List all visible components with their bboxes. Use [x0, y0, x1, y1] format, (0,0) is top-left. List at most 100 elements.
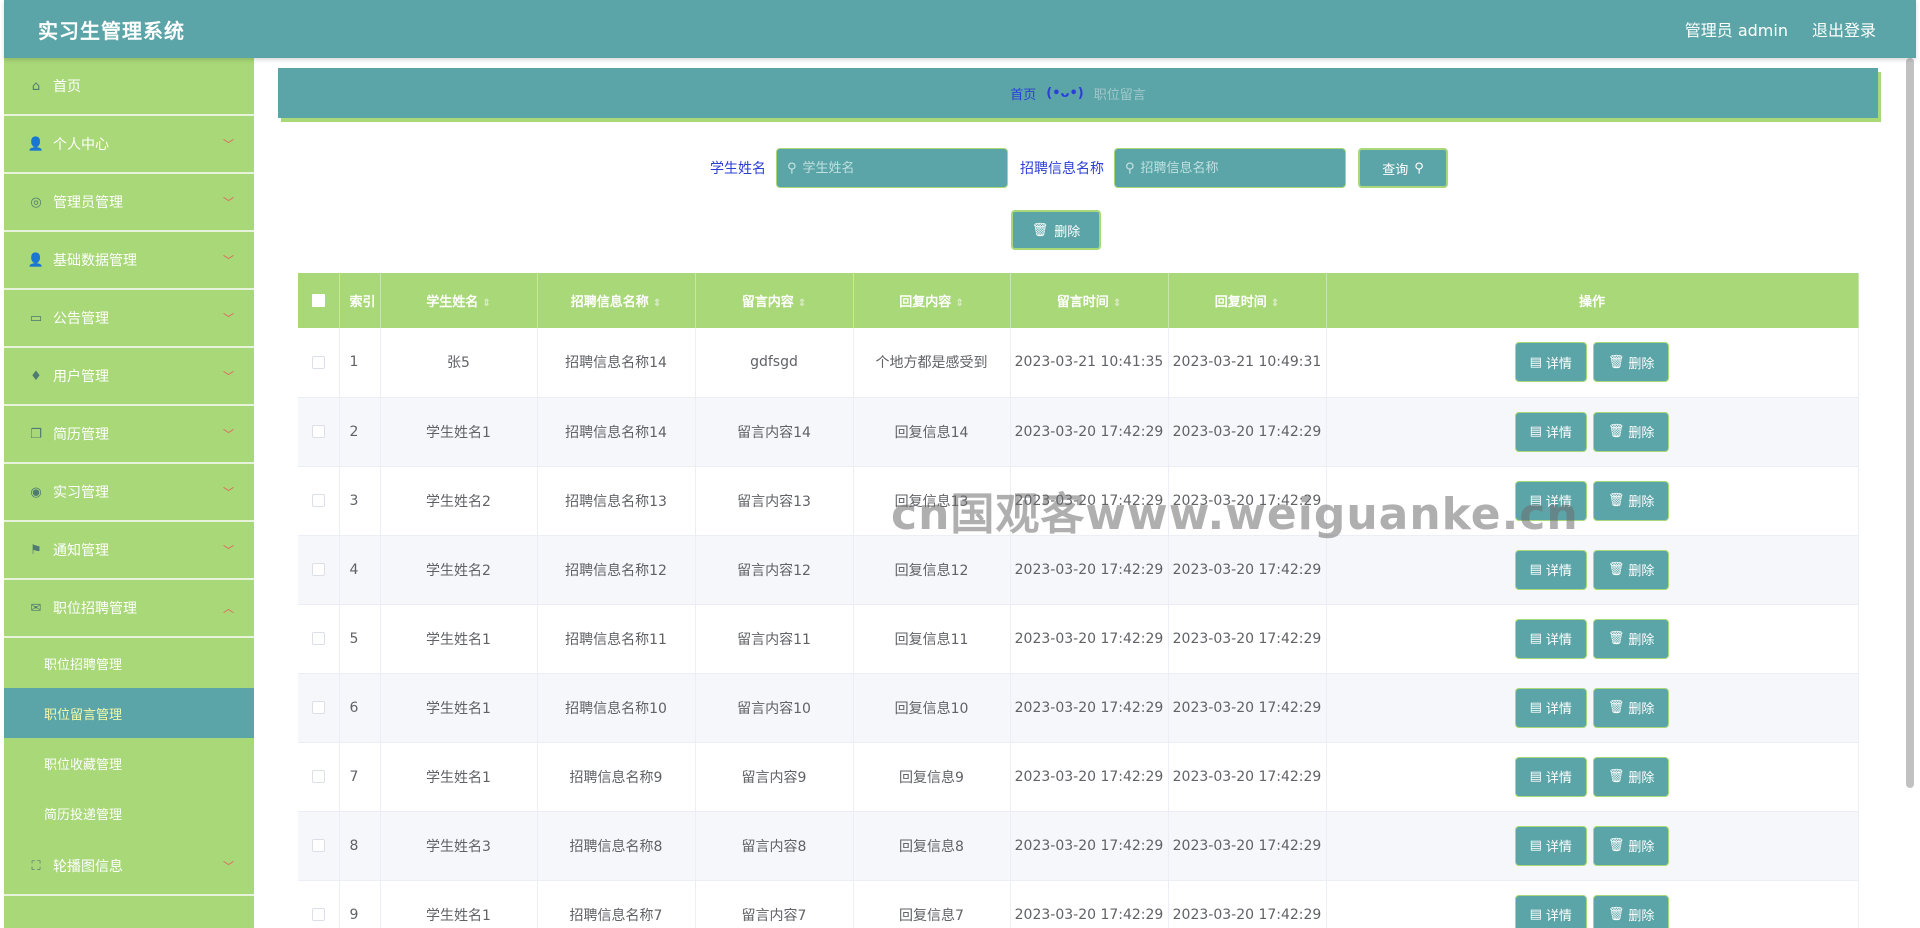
breadcrumb: 首页 (•ᴗ•) 职位留言 — [278, 68, 1878, 118]
table-row[interactable]: 7 学生姓名1 招聘信息名称9 留言内容9 回复信息9 2023-03-20 17:42:… — [298, 742, 1859, 812]
delete-button[interactable]: 🗑 删除 — [1592, 342, 1670, 383]
sidebar-item-6[interactable]: ❐ 简历管理 ﹀ — [4, 406, 254, 464]
detail-button[interactable]: ▤ 详情 — [1514, 342, 1587, 383]
sidebar-item-2[interactable]: ◎ 管理员管理 ﹀ — [4, 174, 254, 232]
row-checkbox[interactable] — [298, 535, 340, 605]
chevron-down-icon: ﹀ — [223, 428, 234, 441]
job-name-field[interactable]: ⚲ — [1114, 148, 1346, 188]
admin-user-label[interactable]: 管理员 admin — [1685, 17, 1788, 41]
column-header-reply[interactable]: 回复内容 ⇕ — [853, 273, 1011, 328]
reply-time-cell: 2023-03-20 17:42:29 — [1168, 397, 1327, 467]
delete-button[interactable]: 🗑 删除 — [1592, 480, 1670, 521]
table-row[interactable]: 6 学生姓名1 招聘信息名称10 留言内容10 回复信息10 2023-03-20 17:… — [298, 673, 1859, 743]
detail-button[interactable]: ▤ 详情 — [1514, 825, 1587, 866]
chevron-down-icon: ﹀ — [223, 486, 234, 499]
trash-icon: 🗑 — [1607, 493, 1625, 508]
sidebar-item-8[interactable]: ⚑ 通知管理 ﹀ — [4, 522, 254, 580]
sidebar-item-label: 简历管理 — [53, 427, 109, 443]
fullscreen-icon: ⛶ — [31, 858, 41, 874]
table-row[interactable]: 4 学生姓名2 招聘信息名称12 留言内容12 回复信息12 2023-03-20 17:… — [298, 535, 1859, 605]
row-checkbox[interactable] — [298, 673, 340, 743]
student-name-input[interactable] — [802, 160, 993, 176]
batch-delete-button[interactable]: 🗑 删除 — [1011, 210, 1101, 250]
table-row[interactable]: 3 学生姓名2 招聘信息名称13 留言内容13 回复信息13 2023-03-20 17:… — [298, 466, 1859, 536]
detail-button[interactable]: ▤ 详情 — [1514, 549, 1587, 590]
sidebar-item-4[interactable]: ▭ 公告管理 ﹀ — [4, 290, 254, 348]
sidebar-item-5[interactable]: ♦ 用户管理 ﹀ — [4, 348, 254, 406]
delete-button-label: 删除 — [1628, 840, 1655, 855]
breadcrumb-home-link[interactable]: 首页 — [1010, 84, 1036, 103]
row-checkbox[interactable] — [298, 604, 340, 674]
top-right-links: 管理员 admin 退出登录 — [1685, 17, 1876, 41]
sidebar-item-1[interactable]: 👤 个人中心 ﹀ — [4, 116, 254, 174]
sidebar-item-9[interactable]: ✉ 职位招聘管理 ︿ — [4, 580, 254, 638]
row-checkbox[interactable] — [298, 328, 340, 398]
document-icon: ▤ — [1529, 493, 1542, 508]
delete-button[interactable]: 🗑 删除 — [1592, 756, 1670, 797]
sort-icon[interactable]: ⇕ — [482, 298, 490, 309]
row-index: 9 — [339, 880, 381, 928]
student-name-cell: 学生姓名1 — [380, 880, 538, 928]
delete-button[interactable]: 🗑 删除 — [1592, 894, 1670, 928]
detail-button[interactable]: ▤ 详情 — [1514, 480, 1587, 521]
column-header-student-name[interactable]: 学生姓名 ⇕ — [380, 273, 538, 328]
sort-icon[interactable]: ⇕ — [653, 298, 661, 309]
sort-icon[interactable]: ⇕ — [1271, 298, 1279, 309]
row-index: 3 — [339, 466, 381, 536]
message-time-cell: 2023-03-21 10:41:35 — [1010, 328, 1169, 398]
row-checkbox[interactable] — [298, 742, 340, 812]
reply-cell: 回复信息9 — [853, 742, 1011, 812]
delete-button-label: 删除 — [1628, 495, 1655, 510]
delete-button[interactable]: 🗑 删除 — [1592, 411, 1670, 452]
delete-button[interactable]: 🗑 删除 — [1592, 825, 1670, 866]
job-name-input[interactable] — [1140, 160, 1331, 176]
delete-button[interactable]: 🗑 删除 — [1592, 618, 1670, 659]
sidebar-item-3[interactable]: 👤 基础数据管理 ﹀ — [4, 232, 254, 290]
row-checkbox[interactable] — [298, 880, 340, 928]
student-name-field[interactable]: ⚲ — [776, 148, 1008, 188]
row-actions: ▤ 详情 🗑 删除 — [1326, 673, 1859, 743]
sort-icon[interactable]: ⇕ — [1113, 298, 1121, 309]
sort-icon[interactable]: ⇕ — [798, 298, 806, 309]
detail-button[interactable]: ▤ 详情 — [1514, 618, 1587, 659]
column-header-message[interactable]: 留言内容 ⇕ — [695, 273, 854, 328]
top-bar: 实习生管理系统 管理员 admin 退出登录 — [4, 0, 1916, 58]
sidebar-item-0[interactable]: ⌂ 首页 — [4, 58, 254, 116]
table-row[interactable]: 5 学生姓名1 招聘信息名称11 留言内容11 回复信息11 2023-03-20 17:… — [298, 604, 1859, 674]
job-name-cell: 招聘信息名称10 — [537, 673, 696, 743]
row-checkbox[interactable] — [298, 811, 340, 881]
detail-button[interactable]: ▤ 详情 — [1514, 756, 1587, 797]
column-header-message-time[interactable]: 留言时间 ⇕ — [1010, 273, 1169, 328]
table-row[interactable]: 8 学生姓名3 招聘信息名称8 留言内容8 回复信息8 2023-03-20 17:42:… — [298, 811, 1859, 881]
message-cell: gdfsgd — [695, 328, 854, 398]
sidebar-subitem-3[interactable]: 简历投递管理 — [4, 788, 254, 838]
query-button[interactable]: 查询 ⚲ — [1358, 148, 1448, 188]
logout-link[interactable]: 退出登录 — [1812, 17, 1876, 41]
row-checkbox[interactable] — [298, 397, 340, 467]
home-icon: ⌂ — [31, 78, 41, 94]
sidebar-item-label: 公告管理 — [53, 311, 109, 327]
table-row[interactable]: 1 张5 招聘信息名称14 gdfsgd 个地方都是感受到 2023-03-21 10:4… — [298, 328, 1859, 398]
table-row[interactable]: 9 学生姓名1 招聘信息名称7 留言内容7 回复信息7 2023-03-20 17:42:… — [298, 880, 1859, 928]
delete-button[interactable]: 🗑 删除 — [1592, 687, 1670, 728]
page-scrollbar[interactable] — [1906, 58, 1914, 788]
sidebar-subitem-1[interactable]: 职位留言管理 — [4, 688, 254, 738]
column-header-job-name[interactable]: 招聘信息名称 ⇕ — [537, 273, 696, 328]
row-index: 1 — [339, 328, 381, 398]
sidebar-subitem-2[interactable]: 职位收藏管理 — [4, 738, 254, 788]
sidebar-item-carousel[interactable]: ⛶ 轮播图信息 ﹀ — [4, 838, 254, 896]
sidebar-subitem-0[interactable]: 职位招聘管理 — [4, 638, 254, 688]
table-row[interactable]: 2 学生姓名1 招聘信息名称14 留言内容14 回复信息14 2023-03-20 17:… — [298, 397, 1859, 467]
row-checkbox[interactable] — [298, 466, 340, 536]
select-all-checkbox[interactable] — [298, 273, 340, 328]
detail-button[interactable]: ▤ 详情 — [1514, 687, 1587, 728]
delete-button[interactable]: 🗑 删除 — [1592, 549, 1670, 590]
sidebar-item-7[interactable]: ◉ 实习管理 ﹀ — [4, 464, 254, 522]
sort-icon[interactable]: ⇕ — [955, 298, 963, 309]
trash-icon: 🗑 — [1607, 631, 1625, 646]
delete-button-label: 删除 — [1628, 356, 1655, 372]
column-header-reply-time[interactable]: 回复时间 ⇕ — [1168, 273, 1327, 328]
detail-button[interactable]: ▤ 详情 — [1514, 411, 1587, 452]
user-icon: 👤 — [27, 136, 45, 152]
detail-button[interactable]: ▤ 详情 — [1514, 894, 1587, 928]
